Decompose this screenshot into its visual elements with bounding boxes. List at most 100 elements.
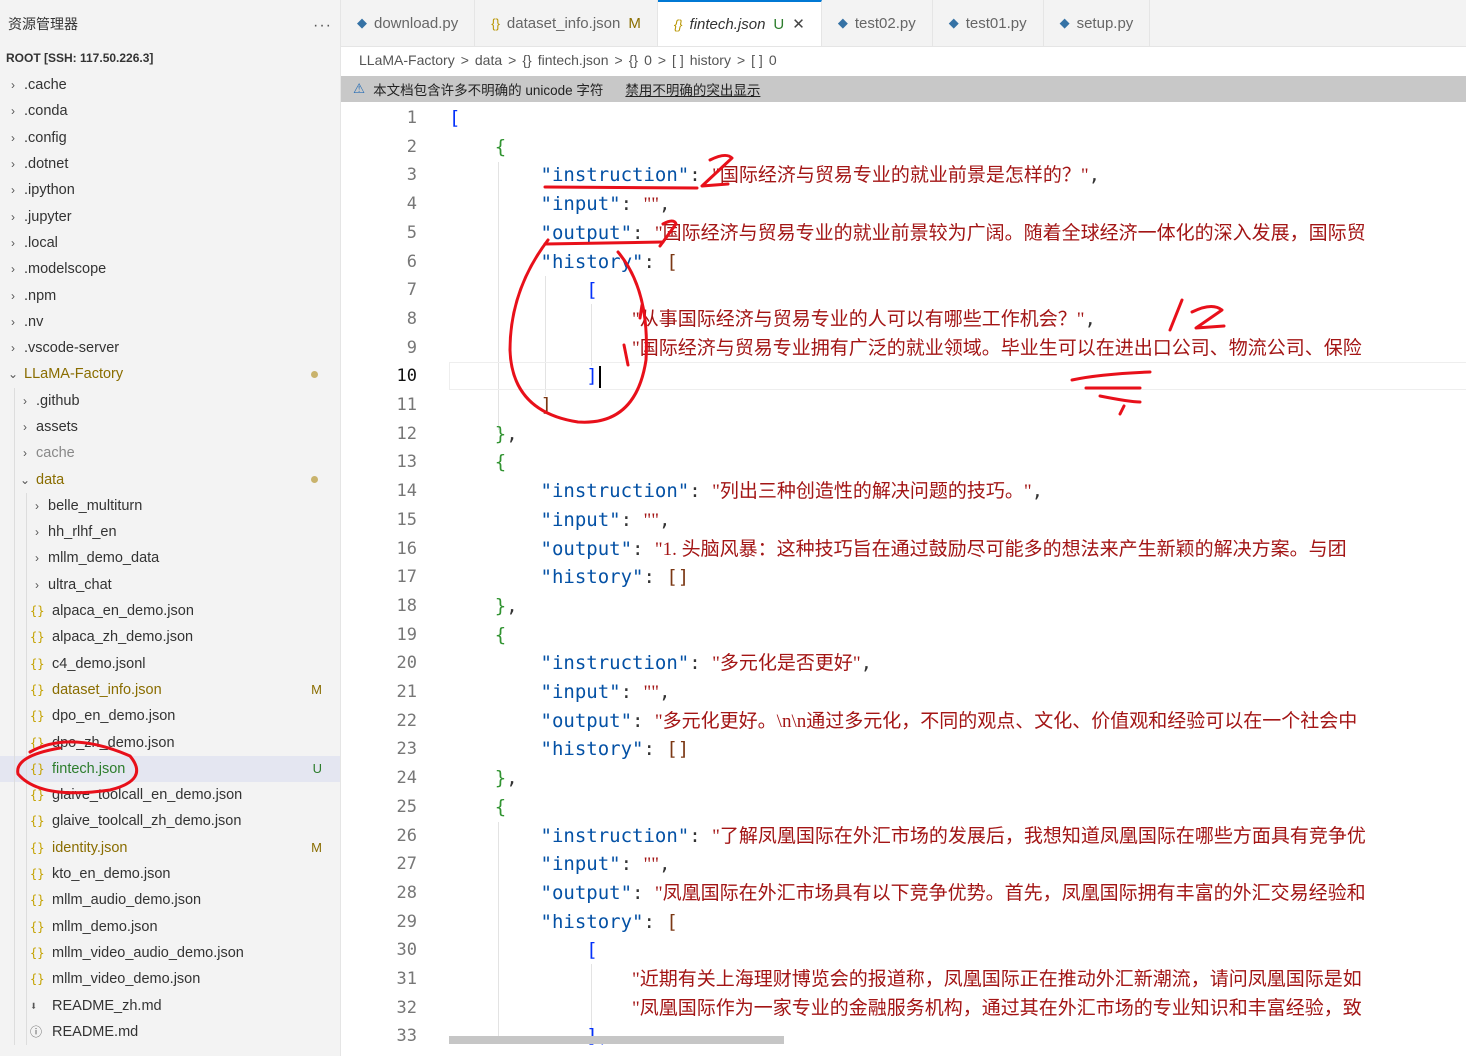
tree-item[interactable]: ⌄ LLaMA-Factory (0, 361, 340, 387)
tree-item[interactable]: {} identity.json M (0, 834, 340, 861)
breadcrumb-item[interactable]: data (475, 52, 502, 68)
tree-item[interactable]: ⌄ data (0, 466, 340, 493)
tree-item[interactable]: › .dotnet (0, 151, 340, 177)
horizontal-scrollbar[interactable] (449, 1036, 784, 1044)
tree-item[interactable]: › mllm_demo_data (0, 545, 340, 572)
bracket: [] (666, 738, 690, 761)
tree-item[interactable]: › cache (0, 440, 340, 467)
python-icon: ◆ (948, 15, 959, 30)
tree-item[interactable]: › .modelscope (0, 256, 340, 282)
tab-download-py[interactable]: ◆ download.py (341, 0, 476, 46)
tree-item[interactable]: › .cache (0, 72, 340, 98)
code-line: 3 "instruction": "国际经济与贸易专业的就业前景是怎样的？", (341, 161, 1466, 190)
json-key: "instruction" (540, 480, 690, 503)
tree-item[interactable]: {} mllm_demo.json (0, 913, 340, 940)
tree-item[interactable]: {} alpaca_en_demo.json (0, 597, 340, 625)
more-actions-icon[interactable]: ··· (313, 17, 332, 35)
indent-guide (14, 913, 15, 940)
code-text: "input": "", (449, 850, 671, 880)
code-text: "从事国际经济与贸易专业的人可以有哪些工作机会？", (449, 305, 1096, 335)
breadcrumb-item[interactable]: [ ] (672, 52, 684, 68)
breadcrumb-item[interactable]: history (690, 52, 731, 68)
code-text: "instruction": "列出三种创造性的解决问题的技巧。", (449, 477, 1044, 507)
code-line: 30 [ (341, 936, 1466, 965)
code-text: }, (449, 764, 518, 793)
line-number: 23 (396, 739, 417, 760)
tree-item[interactable]: {} glaive_toolcall_en_demo.json (0, 782, 340, 809)
tree-item[interactable]: › .nv (0, 309, 340, 335)
indent-guide (26, 992, 27, 1019)
indent-guide (26, 624, 27, 651)
tab-dataset-info-json[interactable]: {} dataset_info.json M (475, 0, 658, 46)
tree-item[interactable]: {} dpo_en_demo.json (0, 703, 340, 730)
tree-item[interactable]: › .npm (0, 282, 340, 308)
current-line-highlight (449, 362, 1466, 391)
tree-item[interactable]: › .jupyter (0, 203, 340, 229)
tree-item[interactable]: › hh_rlhf_en (0, 519, 340, 546)
json-string: "" (643, 509, 659, 531)
tree-item[interactable]: › .github (0, 387, 340, 414)
brace: } (494, 767, 507, 790)
line-number: 14 (396, 481, 417, 502)
tree-item[interactable]: {} glaive_toolcall_zh_demo.json (0, 808, 340, 835)
line-number: 15 (396, 509, 417, 530)
tree-item[interactable]: › .ipython (0, 177, 340, 203)
breadcrumb-item[interactable]: LLaMA-Factory (359, 52, 455, 68)
breadcrumb-item[interactable]: fintech.json (538, 52, 609, 68)
tab-fintech-json[interactable]: {} fintech.json U ✕ (657, 0, 822, 46)
breadcrumb-item[interactable]: [ ] (751, 52, 763, 68)
close-icon[interactable]: ✕ (792, 15, 805, 33)
tree-item[interactable]: › .config (0, 125, 340, 151)
tree-item[interactable]: › belle_multiturn (0, 492, 340, 520)
code-line: 15 "input": "", (341, 506, 1466, 535)
tree-item[interactable]: {} dataset_info.json M (0, 676, 340, 704)
json-file-icon: {} (30, 919, 45, 934)
tree-item[interactable]: › .conda (0, 98, 340, 124)
tree-item[interactable]: {} fintech.json U (0, 755, 340, 783)
json-string: "多元化更好。\n\n通过多元化，不同的观点、文化、价值观和经验可以在一个社会中 (654, 710, 1358, 732)
tree-item[interactable]: › .local (0, 230, 340, 256)
breadcrumb-item[interactable]: 0 (769, 52, 777, 68)
tree-item[interactable]: › assets (0, 413, 340, 441)
json-string: "1. 头脑风暴：这种技巧旨在通过鼓励尽可能多的想法来产生新颖的解决方案。与团 (654, 538, 1347, 560)
disable-highlight-link[interactable]: 禁用不明确的突出显示 (625, 79, 760, 99)
workspace-root[interactable]: ROOT [SSH: 117.50.226.3] (0, 50, 340, 66)
tab-test01-py[interactable]: ◆ test01.py (933, 0, 1044, 46)
indent-guide (26, 887, 27, 914)
code-text: "input": "", (449, 506, 671, 536)
tree-item[interactable]: {} dpo_zh_demo.json (0, 729, 340, 756)
line-number: 33 (396, 1026, 417, 1047)
explorer-sidebar: 资源管理器 ··· ROOT [SSH: 117.50.226.3] › .cac… (0, 0, 341, 1056)
code-editor[interactable]: 1[2 {3 "instruction": "国际经济与贸易专业的就业前景是怎样… (341, 104, 1466, 1056)
breadcrumb-item[interactable]: {} (522, 52, 531, 68)
bracket: [ (449, 107, 461, 129)
tree-item[interactable]: {} alpaca_zh_demo.json (0, 624, 340, 651)
tree-item[interactable]: › .vscode-server (0, 335, 340, 361)
tree-item-label: ultra_chat (48, 576, 112, 593)
tree-item[interactable]: {} mllm_audio_demo.json (0, 887, 340, 914)
code-text: "input": "", (449, 190, 671, 220)
tab-setup-py[interactable]: ◆ setup.py (1044, 0, 1151, 46)
tree-item[interactable]: ⬇ README_zh.md (0, 992, 340, 1019)
breadcrumb-item[interactable]: {} (629, 52, 638, 68)
line-number: 19 (396, 624, 417, 645)
tab-test02-py[interactable]: ◆ test02.py (822, 0, 933, 46)
tree-item[interactable]: {} mllm_video_audio_demo.json (0, 939, 340, 967)
line-number: 8 (406, 308, 417, 329)
tree-item-label: README_zh.md (52, 997, 162, 1014)
tree-item[interactable]: {} c4_demo.jsonl (0, 650, 340, 677)
breadcrumb-item[interactable]: 0 (644, 52, 652, 68)
breadcrumb-separator: > (460, 52, 469, 68)
tree-item[interactable]: {} mllm_video_demo.json (0, 966, 340, 993)
tree-item[interactable]: › ultra_chat (0, 571, 340, 598)
json-key: "instruction" (540, 652, 690, 675)
code-line: 20 "instruction": "多元化是否更好", (341, 649, 1466, 678)
tree-item[interactable]: {} kto_en_demo.json (0, 860, 340, 888)
tree-item[interactable]: ⓘ README.md (0, 1018, 340, 1045)
json-file-icon: {} (30, 972, 45, 987)
